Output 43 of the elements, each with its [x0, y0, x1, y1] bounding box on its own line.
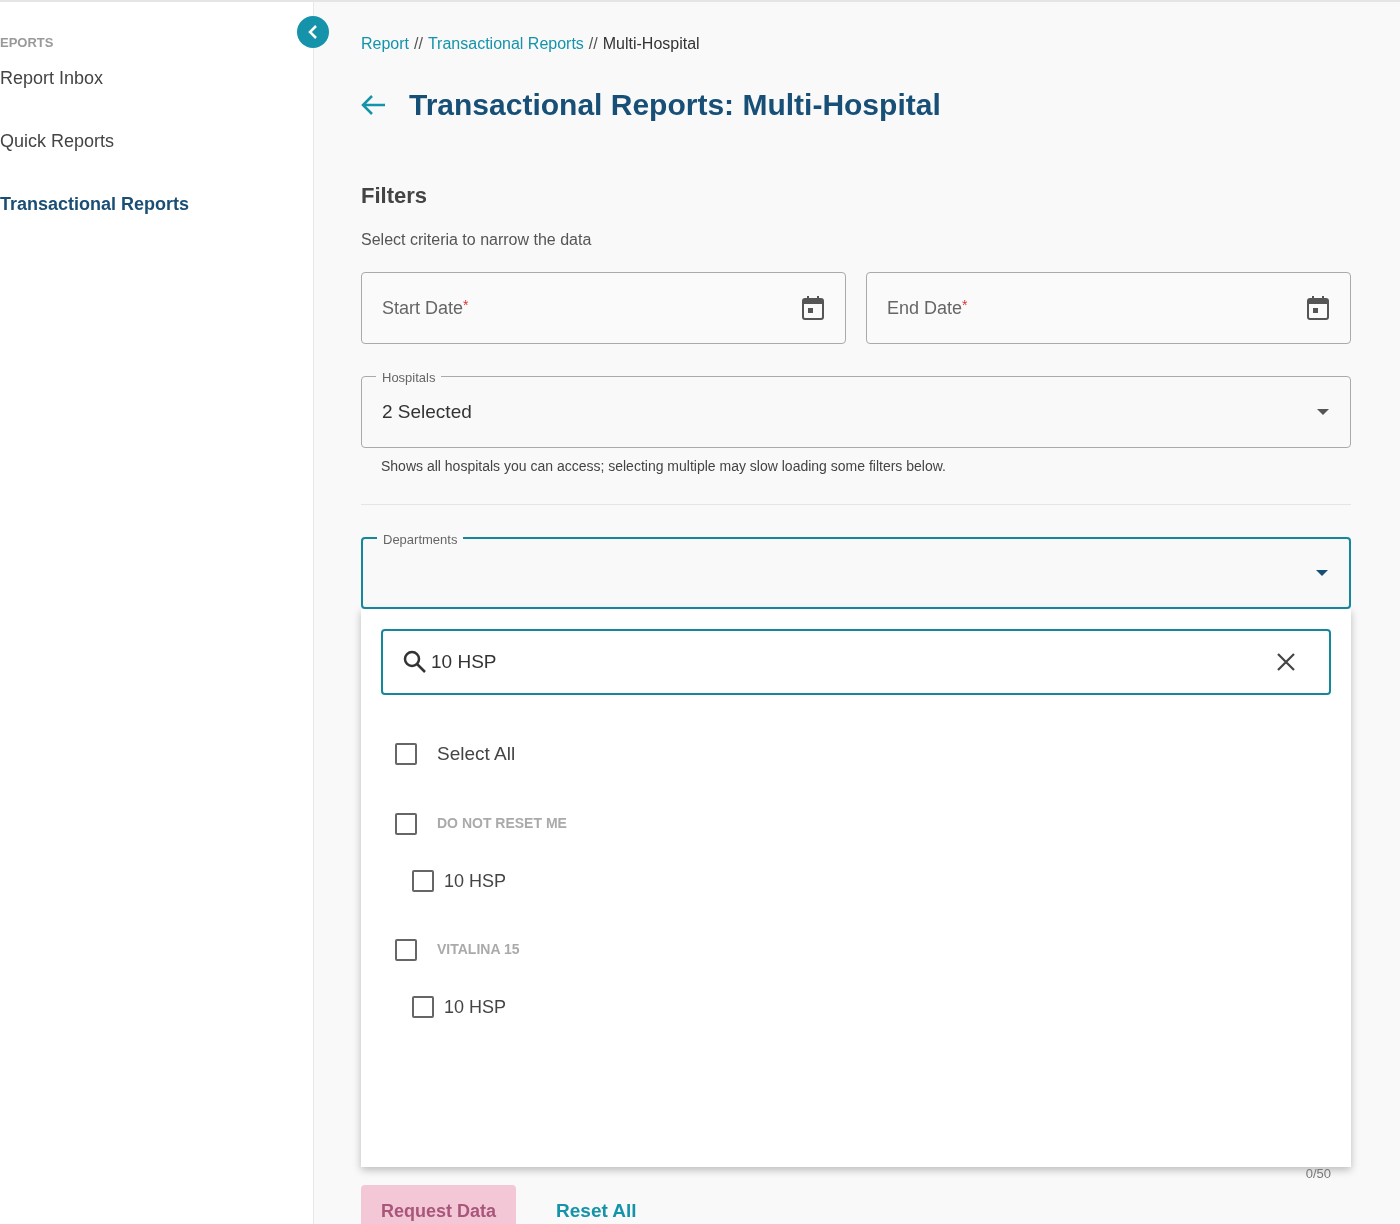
- character-counter: 0/50: [1305, 1167, 1331, 1181]
- collapse-button[interactable]: [297, 16, 329, 48]
- option-label: Select All: [437, 742, 516, 766]
- breadcrumb-link[interactable]: Transactional Reports: [427, 32, 584, 56]
- group-label: DO NOT RESET ME: [437, 814, 567, 833]
- group-label: VITALINA 15: [437, 940, 520, 959]
- checkbox[interactable]: [395, 743, 417, 766]
- search-icon: [403, 650, 427, 674]
- date-field[interactable]: End Date*: [866, 272, 1351, 344]
- calendar-icon[interactable]: [801, 295, 825, 321]
- search-field[interactable]: 10 HSP: [381, 629, 1331, 695]
- reset-all-button[interactable]: Reset All: [556, 1196, 637, 1224]
- date-placeholder: End Date: [887, 296, 963, 320]
- helper-text: Shows all hospitals you can access; selecting multiple may slow loading some filters below.: [381, 457, 947, 476]
- sidebar-item[interactable]: Report Inbox: [0, 64, 104, 92]
- sidebar-item[interactable]: Quick Reports: [0, 127, 115, 155]
- breadcrumb-separator: //: [588, 34, 598, 54]
- search-input[interactable]: 10 HSP: [431, 647, 1273, 677]
- caret-icon[interactable]: [1315, 569, 1329, 577]
- sidebar-item[interactable]: Transactional Reports: [0, 190, 190, 218]
- option-label: 10 HSP: [444, 869, 507, 893]
- breadcrumb-current: Multi-Hospital: [602, 34, 700, 54]
- checkbox[interactable]: [412, 996, 434, 1018]
- close-icon[interactable]: [1277, 653, 1295, 671]
- filters-subtitle: Select criteria to narrow the data: [361, 230, 593, 250]
- breadcrumb-separator: //: [414, 34, 423, 54]
- checkbox[interactable]: [412, 870, 434, 892]
- required-mark: *: [463, 295, 469, 313]
- back-arrow-icon[interactable]: [361, 93, 387, 116]
- section-heading: EPORTS: [0, 34, 54, 52]
- date-field[interactable]: Start Date*: [361, 272, 846, 344]
- checkbox[interactable]: [395, 938, 417, 961]
- checkbox[interactable]: [395, 812, 417, 835]
- filters-heading: Filters: [361, 182, 429, 210]
- select-value: 2 Selected: [382, 399, 472, 424]
- option-label: 10 HSP: [444, 995, 507, 1019]
- breadcrumb-link[interactable]: Report: [361, 32, 410, 56]
- calendar-icon[interactable]: [1306, 295, 1330, 321]
- page-title: Transactional Reports: Multi-Hospital: [409, 87, 941, 123]
- required-mark: *: [962, 295, 968, 313]
- caret-icon[interactable]: [1316, 408, 1330, 416]
- chevron-left-icon: [308, 25, 318, 39]
- date-placeholder: Start Date: [382, 296, 464, 320]
